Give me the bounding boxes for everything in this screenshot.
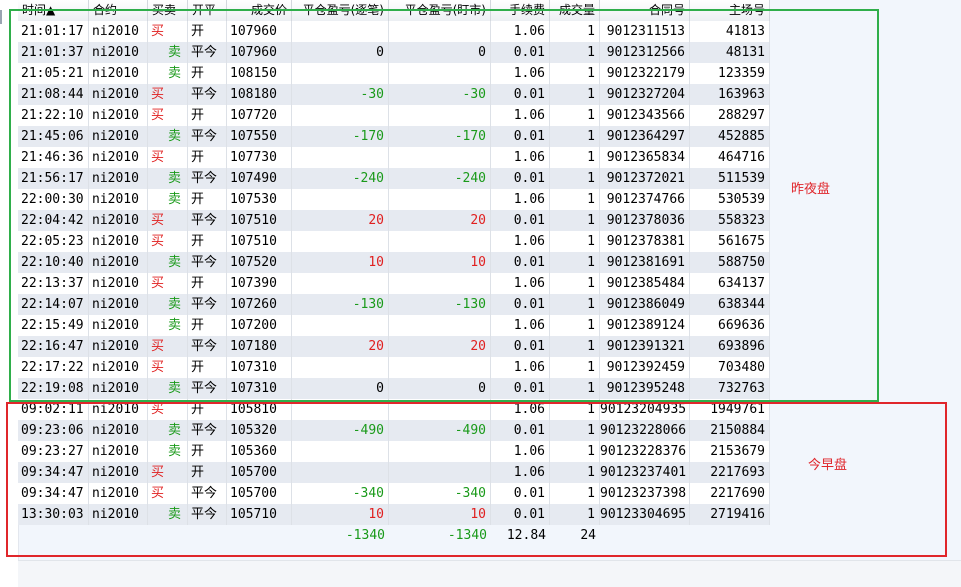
night-session-highlight bbox=[9, 9, 879, 402]
morning-session-note: 今早盘 bbox=[808, 458, 848, 473]
horizontal-scroll-area[interactable] bbox=[18, 560, 961, 587]
morning-session-highlight bbox=[6, 402, 947, 557]
night-session-note: 昨夜盘 bbox=[791, 182, 831, 197]
splitter-handle[interactable] bbox=[0, 10, 2, 24]
